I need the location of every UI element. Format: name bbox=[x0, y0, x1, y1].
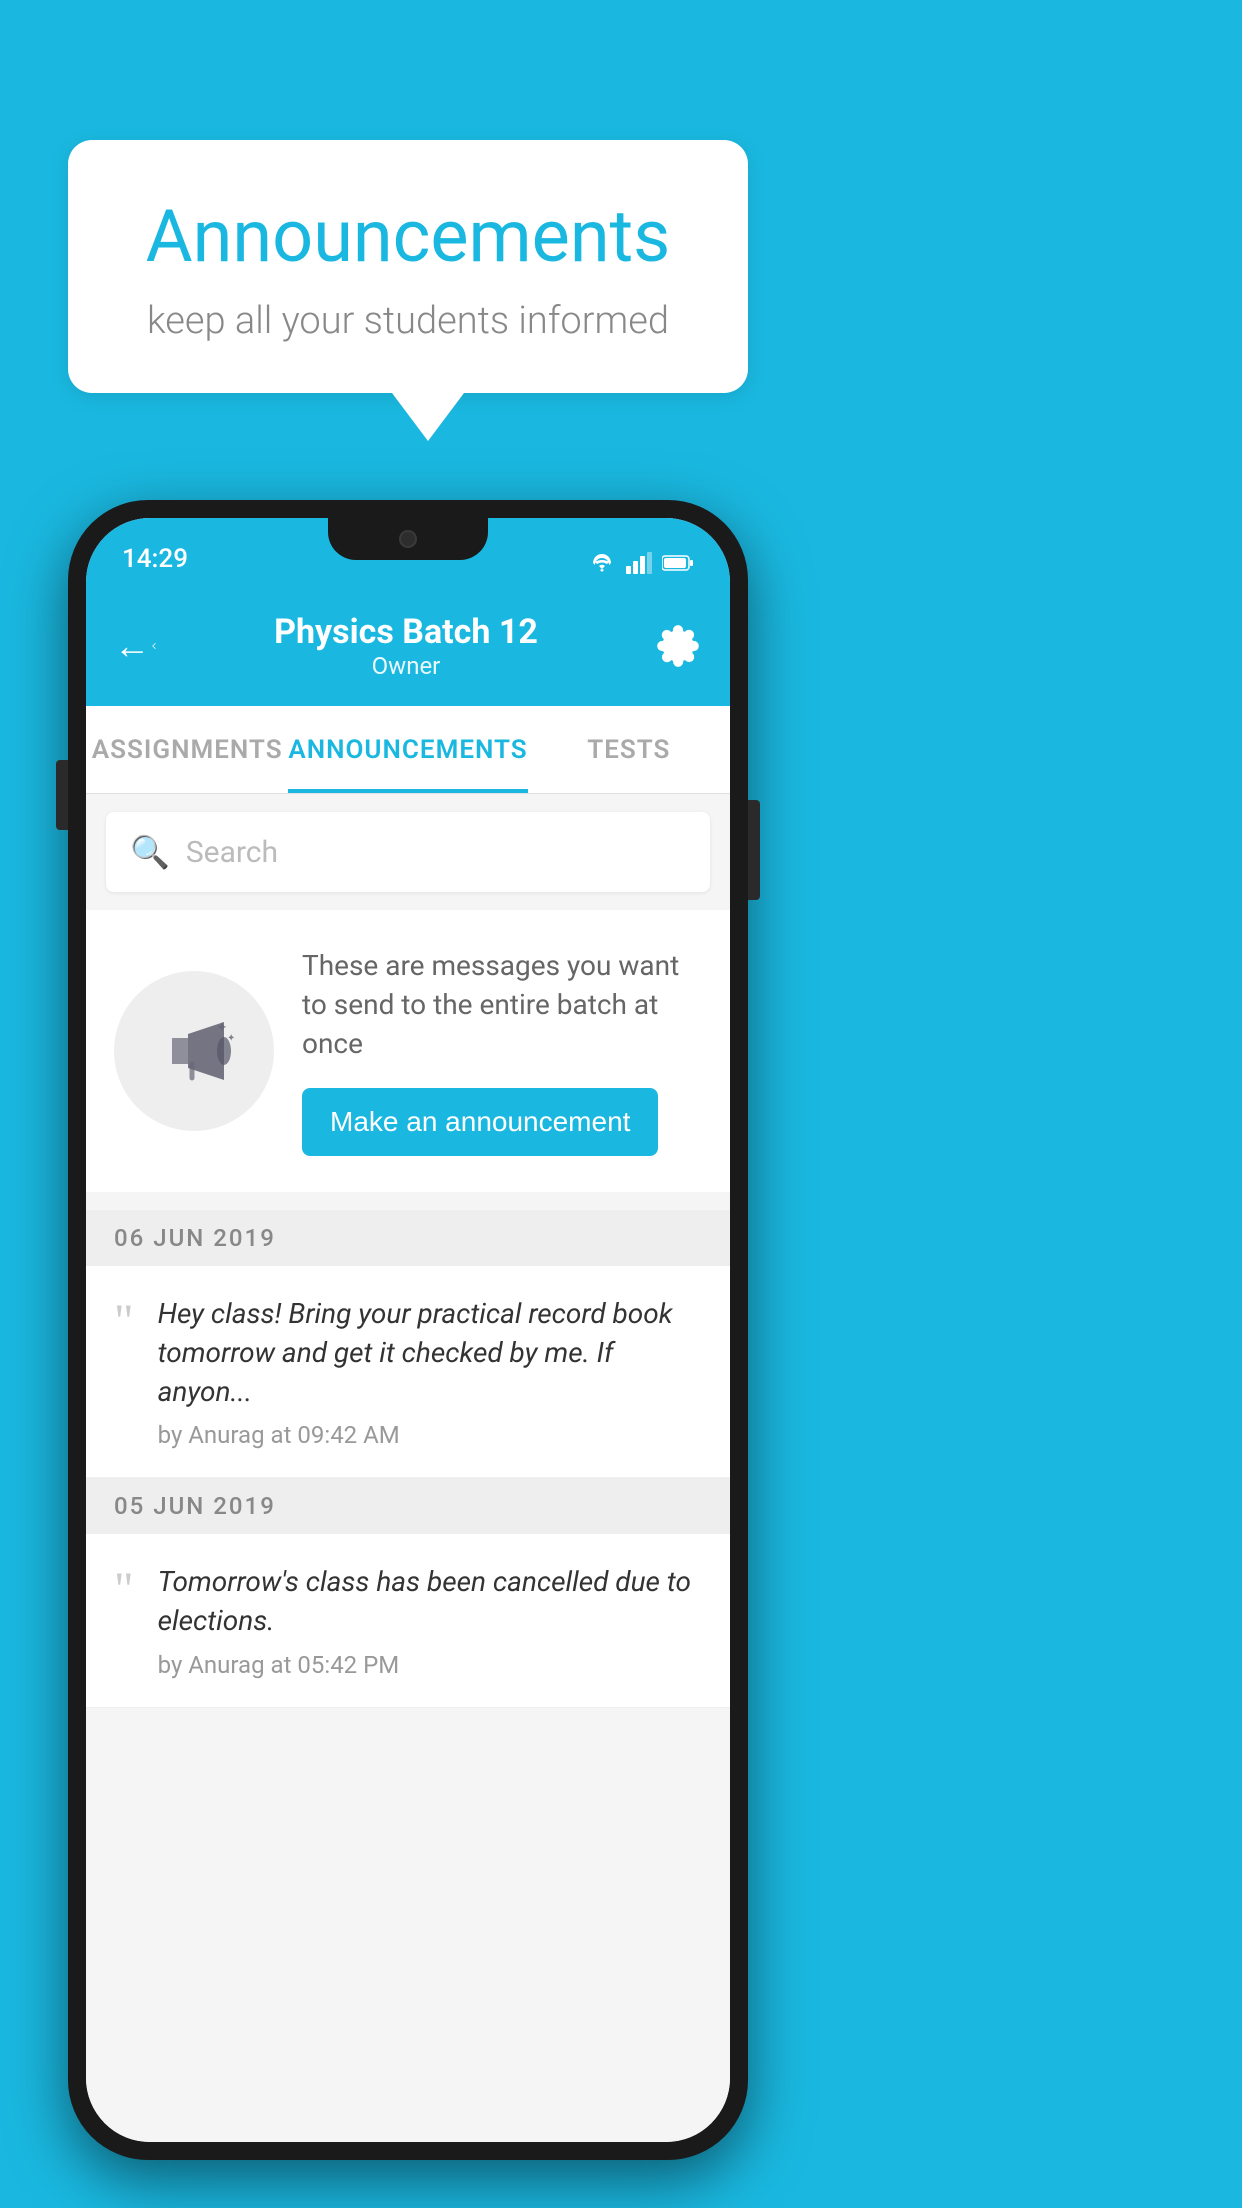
status-time: 14:29 bbox=[122, 544, 188, 574]
tab-announcements[interactable]: ANNOUNCEMENTS bbox=[288, 706, 527, 793]
phone-notch bbox=[328, 518, 488, 560]
back-arrow-icon bbox=[150, 628, 158, 664]
back-button[interactable] bbox=[114, 624, 158, 668]
megaphone-icon: ✦ ✦ bbox=[149, 1006, 239, 1096]
tab-tests[interactable]: TESTS bbox=[528, 706, 730, 793]
announcement-text-1: Hey class! Bring your practical record b… bbox=[158, 1294, 702, 1450]
wifi-icon bbox=[588, 552, 616, 574]
announcement-meta-2: by Anurag at 05:42 PM bbox=[158, 1651, 702, 1679]
quote-icon-2: " bbox=[114, 1566, 134, 1614]
date-separator-1: 06 JUN 2019 bbox=[86, 1210, 730, 1266]
announcement-text-2: Tomorrow's class has been cancelled due … bbox=[158, 1562, 702, 1678]
content-area: 🔍 Search bbox=[86, 794, 730, 2142]
settings-button[interactable] bbox=[654, 622, 702, 670]
quote-icon-1: " bbox=[114, 1298, 134, 1346]
make-announcement-button[interactable]: Make an announcement bbox=[302, 1088, 658, 1156]
empty-state-description: These are messages you want to send to t… bbox=[302, 946, 702, 1064]
app-bar-subtitle: Owner bbox=[158, 652, 654, 680]
phone-outer-frame: 14:29 bbox=[68, 500, 748, 2160]
empty-state-content: These are messages you want to send to t… bbox=[302, 946, 702, 1156]
tab-assignments[interactable]: ASSIGNMENTS bbox=[86, 706, 288, 793]
camera-dot bbox=[399, 530, 417, 548]
search-placeholder: Search bbox=[186, 835, 278, 870]
app-bar-title-group: Physics Batch 12 Owner bbox=[158, 612, 654, 680]
speech-bubble-title: Announcements bbox=[128, 194, 688, 279]
speech-bubble-card: Announcements keep all your students inf… bbox=[68, 140, 748, 393]
app-bar-title: Physics Batch 12 bbox=[158, 612, 654, 652]
status-icons bbox=[588, 552, 694, 574]
date-separator-2: 05 JUN 2019 bbox=[86, 1478, 730, 1534]
search-icon: 🔍 bbox=[130, 833, 170, 871]
phone-screen: 14:29 bbox=[86, 518, 730, 2142]
speech-bubble-subtitle: keep all your students informed bbox=[128, 299, 688, 343]
phone-device: 14:29 bbox=[68, 500, 748, 2160]
gear-icon bbox=[657, 625, 699, 667]
signal-icon bbox=[626, 552, 652, 574]
announcement-item-2[interactable]: " Tomorrow's class has been cancelled du… bbox=[86, 1534, 730, 1707]
app-bar: Physics Batch 12 Owner bbox=[86, 586, 730, 706]
announcement-icon-circle: ✦ ✦ bbox=[114, 971, 274, 1131]
search-bar[interactable]: 🔍 Search bbox=[106, 812, 710, 892]
empty-state: ✦ ✦ These are messages you want to send … bbox=[86, 910, 730, 1192]
svg-text:✦: ✦ bbox=[227, 1033, 235, 1044]
speech-bubble-section: Announcements keep all your students inf… bbox=[68, 140, 748, 441]
tabs-bar: ASSIGNMENTS ANNOUNCEMENTS TESTS bbox=[86, 706, 730, 794]
battery-icon bbox=[662, 554, 694, 572]
announcement-message-1: Hey class! Bring your practical record b… bbox=[158, 1294, 702, 1412]
announcement-meta-1: by Anurag at 09:42 AM bbox=[158, 1421, 702, 1449]
announcement-item-1[interactable]: " Hey class! Bring your practical record… bbox=[86, 1266, 730, 1479]
announcement-message-2: Tomorrow's class has been cancelled due … bbox=[158, 1562, 702, 1640]
speech-bubble-tail bbox=[392, 393, 464, 441]
